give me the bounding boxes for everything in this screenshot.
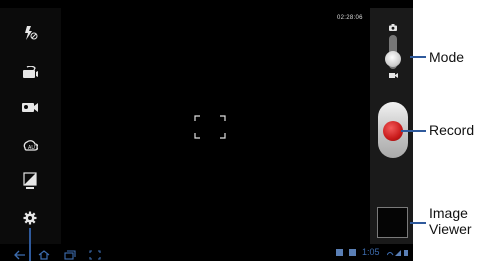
focus-frame-icon xyxy=(194,115,226,139)
notification-icon xyxy=(336,249,343,256)
record-callout: Record xyxy=(429,122,475,138)
recent-apps-icon[interactable] xyxy=(64,247,76,261)
camcorder-icon xyxy=(389,73,398,78)
recording-timer: 02:28:06 xyxy=(337,15,363,21)
exposure-icon[interactable] xyxy=(19,170,41,192)
mode-callout: Mode xyxy=(429,49,465,65)
screenshot-icon[interactable] xyxy=(89,247,101,261)
notification-icon xyxy=(349,249,356,256)
image-viewer-thumbnail[interactable] xyxy=(377,207,408,238)
self-record-icon[interactable] xyxy=(19,62,41,84)
home-icon[interactable] xyxy=(38,247,50,261)
svg-text:AUTO: AUTO xyxy=(28,145,38,151)
mode-callout-line xyxy=(410,56,426,58)
record-callout-line xyxy=(401,130,426,132)
mode-slider-knob[interactable] xyxy=(385,51,401,67)
image-viewer-callout: Image Viewer xyxy=(429,205,472,237)
recording-mode-icon[interactable] xyxy=(19,96,41,118)
status-clock: 1:05 xyxy=(362,247,380,257)
camera-mode-switch[interactable] xyxy=(382,24,404,80)
settings-gear-icon[interactable] xyxy=(19,207,41,229)
signal-battery-icon xyxy=(387,250,408,256)
white-balance-icon[interactable]: AUTO xyxy=(19,135,41,157)
device-screen: AUTO 02:28:06 xyxy=(0,0,413,261)
record-dot-icon xyxy=(383,121,403,141)
camera-icon xyxy=(389,24,397,31)
settings-callout-line xyxy=(29,228,31,261)
back-icon[interactable] xyxy=(14,247,26,261)
image-viewer-callout-line1: Image xyxy=(429,205,468,221)
image-viewer-callout-line2: Viewer xyxy=(429,221,472,237)
flash-off-icon[interactable] xyxy=(19,22,41,44)
image-viewer-callout-line xyxy=(410,222,426,224)
